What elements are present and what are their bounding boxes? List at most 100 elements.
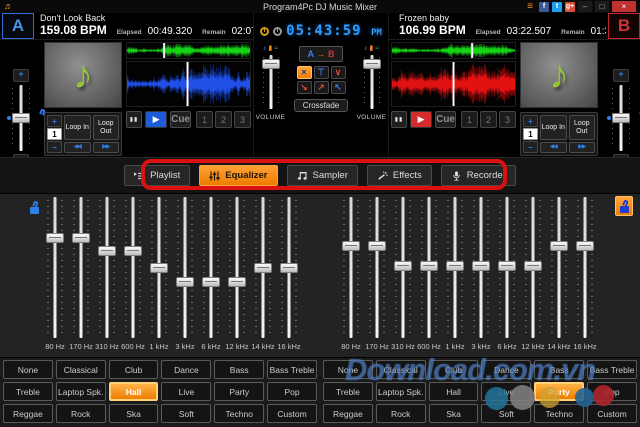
play-button[interactable]: ▶	[410, 111, 433, 128]
eq-band-slider[interactable]	[200, 197, 222, 338]
eq-slider-thumb[interactable]	[420, 261, 438, 272]
pause-button[interactable]: ▮▮	[126, 111, 143, 128]
eq-slider-thumb[interactable]	[176, 276, 194, 287]
rewind-button[interactable]: ◀◀	[64, 142, 91, 153]
eq-slider-thumb[interactable]	[280, 262, 298, 273]
eq-band-slider[interactable]	[366, 197, 388, 338]
loop-out-button[interactable]: Loop Out	[568, 115, 595, 140]
preset-bass[interactable]: Bass	[214, 360, 265, 379]
preset-techno[interactable]: Techno	[534, 404, 585, 423]
eq-slider-track[interactable]	[131, 197, 135, 338]
preset-laptop-spk-[interactable]: Laptop Spk.	[55, 382, 106, 401]
eq-slider-track[interactable]	[183, 197, 187, 338]
preset-soft[interactable]: Soft	[161, 404, 212, 423]
tab-recorder[interactable]: Recorder	[440, 165, 516, 186]
preset-treble[interactable]: Treble	[323, 382, 373, 401]
eq-band-slider[interactable]	[44, 197, 66, 338]
deck-b-overview-waveform[interactable]	[391, 42, 516, 59]
deck-a-main-waveform[interactable]	[126, 61, 251, 107]
crossfade-curve-button[interactable]: ↗	[313, 81, 329, 94]
volume-slider-thumb[interactable]	[362, 58, 381, 69]
loop-in-button[interactable]: Loop In	[64, 115, 91, 140]
twitter-icon[interactable]: t	[552, 1, 562, 12]
cue-button[interactable]: Cue	[435, 111, 456, 128]
eq-band-slider[interactable]	[548, 197, 570, 338]
preset-hall[interactable]: Hall	[108, 382, 159, 401]
preset-bass-treble[interactable]: Bass Treble	[587, 360, 637, 379]
eq-band-slider[interactable]	[122, 197, 144, 338]
eq-band-slider[interactable]	[226, 197, 248, 338]
preset-classical[interactable]: Classical	[375, 360, 426, 379]
eq-band-slider[interactable]	[96, 197, 118, 338]
crossfade-curve-button[interactable]: ⊤	[313, 66, 329, 79]
preset-custom[interactable]: Custom	[267, 404, 317, 423]
hotcue-button[interactable]: 2	[215, 111, 232, 128]
preset-custom[interactable]: Custom	[587, 404, 637, 423]
crossfade-curve-button[interactable]: ↖	[330, 81, 346, 94]
preset-none[interactable]: None	[3, 360, 53, 379]
beat-icon[interactable]: ▮	[268, 44, 272, 53]
eq-slider-track[interactable]	[349, 197, 353, 338]
eq-band-slider[interactable]	[252, 197, 274, 338]
volume-a-slider[interactable]	[258, 55, 284, 109]
preset-pop[interactable]: Pop	[267, 382, 317, 401]
eq-left-lock-icon[interactable]	[26, 198, 42, 216]
eq-slider-thumb[interactable]	[524, 261, 542, 272]
pause-button[interactable]: ▮▮	[391, 111, 408, 128]
crossfade-curve-button[interactable]: ∨	[330, 66, 346, 79]
tab-sampler[interactable]: Sampler	[286, 165, 358, 186]
eq-slider-thumb[interactable]	[342, 241, 360, 252]
facebook-icon[interactable]: f	[539, 1, 549, 12]
eq-slider-track[interactable]	[557, 197, 561, 338]
eq-slider-thumb[interactable]	[472, 261, 490, 272]
preset-classical[interactable]: Classical	[55, 360, 106, 379]
eq-slider-thumb[interactable]	[228, 276, 246, 287]
clock-icon[interactable]	[260, 26, 270, 36]
crossfade-curve-button[interactable]: ×	[296, 66, 312, 79]
wave-icon[interactable]: ≈	[274, 44, 278, 53]
tab-equalizer[interactable]: Equalizer	[199, 165, 278, 186]
eq-slider-thumb[interactable]	[576, 241, 594, 252]
preset-reggae[interactable]: Reggae	[323, 404, 373, 423]
loop-increase-button[interactable]: +	[523, 115, 538, 127]
fast-forward-button[interactable]: ▶▶	[92, 142, 119, 153]
menu-list-icon[interactable]: ≡	[524, 1, 536, 12]
stopwatch-icon[interactable]	[273, 26, 283, 36]
preset-none[interactable]: None	[323, 360, 373, 379]
note-icon[interactable]: ♪	[263, 44, 267, 53]
eq-slider-track[interactable]	[79, 197, 83, 338]
preset-bass[interactable]: Bass	[534, 360, 585, 379]
fast-forward-button[interactable]: ▶▶	[568, 142, 595, 153]
preset-pop[interactable]: Pop	[587, 382, 637, 401]
eq-band-slider[interactable]	[496, 197, 518, 338]
volume-slider-thumb[interactable]	[261, 58, 280, 69]
deck-b-main-waveform[interactable]	[391, 61, 516, 107]
deck-a-overview-waveform[interactable]	[126, 42, 251, 59]
pitch-slider-thumb[interactable]	[607, 113, 630, 123]
eq-slider-thumb[interactable]	[446, 261, 464, 272]
eq-band-slider[interactable]	[574, 197, 596, 338]
preset-reggae[interactable]: Reggae	[3, 404, 53, 423]
eq-slider-track[interactable]	[209, 197, 213, 338]
eq-slider-track[interactable]	[53, 197, 57, 338]
play-button[interactable]: ▶	[145, 111, 168, 128]
eq-band-slider[interactable]	[148, 197, 170, 338]
preset-dance[interactable]: Dance	[481, 360, 532, 379]
eq-slider-track[interactable]	[583, 197, 587, 338]
eq-slider-track[interactable]	[375, 197, 379, 338]
tab-playlist[interactable]: Playlist	[124, 165, 191, 186]
minimize-button[interactable]: –	[578, 1, 592, 12]
loop-decrease-button[interactable]: −	[523, 141, 538, 153]
eq-slider-thumb[interactable]	[368, 241, 386, 252]
preset-soft[interactable]: Soft	[481, 404, 532, 423]
eq-slider-thumb[interactable]	[394, 261, 412, 272]
tab-effects[interactable]: Effects	[366, 165, 432, 186]
note-icon[interactable]: ♪	[364, 44, 368, 53]
eq-band-slider[interactable]	[278, 197, 300, 338]
eq-slider-thumb[interactable]	[124, 245, 142, 256]
volume-b-slider[interactable]	[359, 55, 385, 109]
eq-slider-thumb[interactable]	[550, 241, 568, 252]
hotcue-button[interactable]: 2	[480, 111, 497, 128]
eq-right-lock-button[interactable]	[615, 196, 633, 216]
pitch-up-button[interactable]: +	[13, 69, 29, 82]
